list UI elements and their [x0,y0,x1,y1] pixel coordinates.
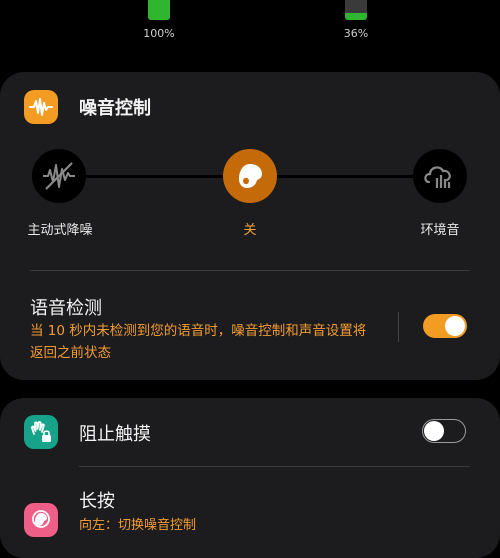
touch-lock-icon [24,415,58,449]
mode-off-button[interactable] [223,149,277,203]
mode-off-label: 关 [243,223,257,238]
mode-ambient-button[interactable] [413,149,467,203]
noise-control-title: 噪音控制 [79,98,151,119]
voice-detect-title[interactable]: 语音检测 [30,294,102,320]
right-battery-indicator [345,0,367,20]
touch-card-divider [79,466,470,467]
mode-ambient-label: 环境音 [420,223,460,238]
waveform-icon [24,90,58,124]
voice-detect-description: 当 10 秒内未检测到您的语音时，噪音控制和声音设置将返回之前状态 [30,323,367,361]
long-press-subtitle: 向左：切换噪音控制 [79,518,197,533]
toggle-knob [445,316,465,336]
earbud-icon [239,164,262,188]
noise-control-header: 噪音控制 [24,90,151,124]
touch-block-toggle[interactable] [422,419,466,443]
toggle-knob [424,421,444,441]
touch-block-title[interactable]: 阻止触摸 [79,420,151,446]
long-press-title[interactable]: 长按 [79,487,115,513]
voice-detect-toggle[interactable] [423,314,467,338]
left-battery-percent: 100% [143,27,175,40]
voice-detect-separator [398,312,399,342]
mode-anc-button[interactable] [32,149,86,203]
noise-card-divider [30,270,470,271]
ambient-icon [424,166,451,188]
mode-anc-label: 主动式降噪 [27,223,93,238]
right-battery-percent: 36% [343,27,369,40]
anc-icon [43,162,75,190]
left-battery-indicator [148,0,170,20]
